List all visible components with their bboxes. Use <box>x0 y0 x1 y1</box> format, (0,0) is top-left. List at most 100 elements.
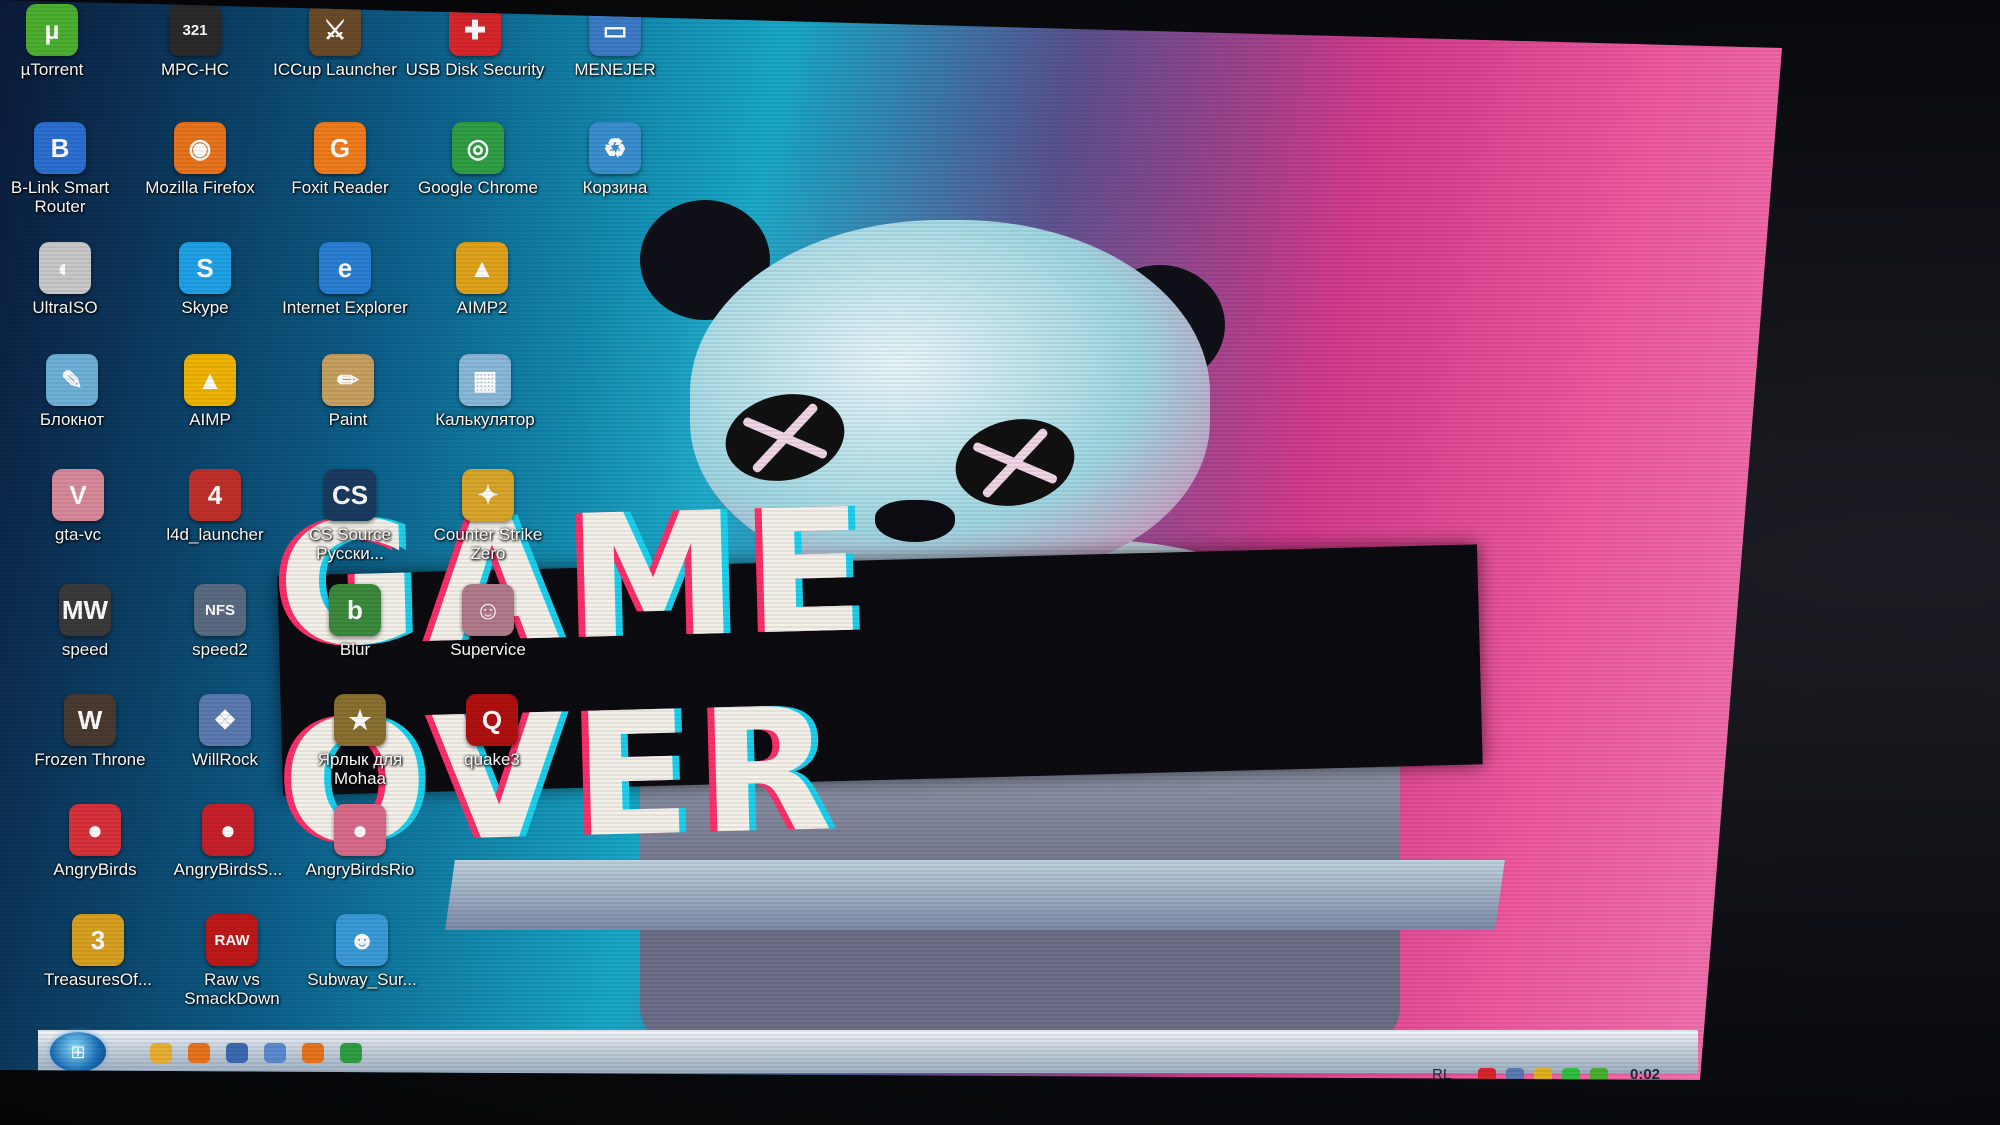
firefox-icon[interactable] <box>302 1043 324 1063</box>
desktop-icon-label: MENEJER <box>574 60 656 79</box>
iccup-icon: ⚔ <box>309 4 361 56</box>
desktop-icon-label: Paint <box>328 410 368 429</box>
nfs-icon: NFS <box>194 584 246 636</box>
desktop-icon-label: AngryBirdsRio <box>305 860 415 879</box>
aimp2-icon: ▲ <box>456 242 508 294</box>
start-button[interactable]: ⊞ <box>50 1032 106 1072</box>
desktop-icon[interactable]: 321 MPC-HC <box>125 4 265 79</box>
desktop-icon[interactable]: ◐ UltraISO <box>0 242 135 317</box>
nfs-mw-icon: MW <box>59 584 111 636</box>
subway-surfers-icon: ☻ <box>336 914 388 966</box>
desktop-icon[interactable]: NFS speed2 <box>150 584 290 659</box>
desktop-icon[interactable]: G Foxit Reader <box>270 122 410 197</box>
explorer-folder-icon[interactable] <box>150 1043 172 1063</box>
gta-icon: V <box>52 469 104 521</box>
taskbar <box>38 1030 1698 1073</box>
desktop-icon-label: TreasuresOf... <box>43 970 152 989</box>
treasures-icon: 3 <box>72 914 124 966</box>
desktop-icon-label: B-Link Smart Router <box>10 178 110 216</box>
cs-zero-icon: ✦ <box>462 469 514 521</box>
aimp-icon: ▲ <box>184 354 236 406</box>
desktop-icon-label: USB Disk Security <box>405 60 545 79</box>
desktop-icon-label: Калькулятор <box>435 410 535 429</box>
wallpaper-panda-ear <box>640 200 770 320</box>
desktop-icon-label: Subway_Sur... <box>307 970 417 989</box>
css-icon: CS <box>324 469 376 521</box>
desktop-icon[interactable]: 3 TreasuresOf... <box>28 914 168 989</box>
skype-icon: S <box>179 242 231 294</box>
firefox-icon[interactable] <box>188 1043 210 1063</box>
desktop-icon-label: gta-vc <box>54 525 102 544</box>
willrock-icon: ❖ <box>199 694 251 746</box>
desktop-icon[interactable]: ✎ Блокнот <box>2 354 142 429</box>
wallpaper-panda-eye <box>947 408 1083 517</box>
paint-icon: ✏ <box>322 354 374 406</box>
desktop-icon-label: µTorrent <box>20 60 84 79</box>
desktop-icon[interactable]: ♻ Корзина <box>545 122 685 197</box>
desktop-icon[interactable]: ◎ Google Chrome <box>408 122 548 197</box>
wallpaper-bench <box>445 860 1505 930</box>
warcraft-icon: W <box>64 694 116 746</box>
desktop-icon-label: Google Chrome <box>417 178 538 197</box>
desktop-icon[interactable]: ☻ Subway_Sur... <box>292 914 432 989</box>
recycle-bin-icon: ♻ <box>589 122 641 174</box>
desktop-icon-label: Internet Explorer <box>282 298 408 317</box>
desktop-icon[interactable]: ● AngryBirdsS... <box>158 804 298 879</box>
desktop-icon[interactable]: ★ Ярлык для Mohaa <box>290 694 430 788</box>
desktop[interactable]: GAME OVER µ µTorrent 321 MPC-HC ⚔ ICCup Launc… <box>0 0 1782 1080</box>
desktop-icon-label: Raw vs SmackDown <box>184 970 280 1008</box>
angrybirds-space-icon: ● <box>202 804 254 856</box>
desktop-icon-label: AIMP <box>189 410 231 429</box>
wallpaper-panda-body <box>640 540 1400 1060</box>
desktop-icon[interactable]: S Skype <box>135 242 275 317</box>
desktop-icon[interactable]: ☺ Supervice <box>418 584 558 659</box>
wallpaper-panda-head <box>690 220 1210 580</box>
desktop-icon[interactable]: CS CS Source Русски... <box>280 469 420 563</box>
desktop-icon[interactable]: RAW Raw vs SmackDown <box>162 914 302 1008</box>
desktop-icon-label: Mozilla Firefox <box>145 178 255 197</box>
supervice-icon: ☺ <box>462 584 514 636</box>
desktop-icon[interactable]: ❖ WillRock <box>155 694 295 769</box>
disc-icon: ◐ <box>39 242 91 294</box>
calculator-icon: ▦ <box>459 354 511 406</box>
windows-logo-icon: ⊞ <box>70 1041 86 1062</box>
desktop-icon[interactable]: e Internet Explorer <box>275 242 415 317</box>
desktop-icon[interactable]: MW speed <box>15 584 155 659</box>
desktop-icon[interactable]: W Frozen Throne <box>20 694 160 769</box>
desktop-icon[interactable]: ✚ USB Disk Security <box>405 4 545 79</box>
desktop-icon-label: ICCup Launcher <box>273 60 397 79</box>
angrybirds-rio-icon: ● <box>334 804 386 856</box>
desktop-icon-label: Ярлык для Mohaa <box>317 750 403 788</box>
desktop-icon-label: UltraISO <box>32 298 98 317</box>
desktop-icon[interactable]: ▲ AIMP2 <box>412 242 552 317</box>
save-icon[interactable] <box>226 1043 248 1063</box>
wallpaper-panda-eye <box>717 383 853 492</box>
desktop-icon[interactable]: ✦ Counter Strike Zero <box>418 469 558 563</box>
desktop-icon[interactable]: Vgta-vc <box>8 469 148 544</box>
ie-icon: e <box>319 242 371 294</box>
desktop-icon[interactable]: ▲ AIMP <box>140 354 280 429</box>
foxit-icon: G <box>314 122 366 174</box>
l4d-icon: 4 <box>189 469 241 521</box>
desktop-icon-label: AngryBirds <box>53 860 137 879</box>
desktop-icon[interactable]: Qquake3 <box>422 694 562 769</box>
desktop-icon-label: CS Source Русски... <box>308 525 392 563</box>
show-desktop-icon[interactable] <box>264 1043 286 1063</box>
desktop-icon[interactable]: ▦ Калькулятор <box>415 354 555 429</box>
desktop-icon[interactable]: ✏ Paint <box>278 354 418 429</box>
mpc-hc-icon: 321 <box>169 4 221 56</box>
desktop-icon[interactable]: 4 l4d_launcher <box>145 469 285 544</box>
wallpaper-sign: GAME OVER <box>275 472 1483 884</box>
desktop-icon[interactable]: ◉ Mozilla Firefox <box>130 122 270 197</box>
chrome-icon[interactable] <box>340 1043 362 1063</box>
desktop-icon-label: WillRock <box>191 750 259 769</box>
notepad-icon: ✎ <box>46 354 98 406</box>
desktop-icon-label: l4d_launcher <box>166 525 264 544</box>
desktop-icon[interactable]: µ µTorrent <box>0 4 122 79</box>
chrome-icon: ◎ <box>452 122 504 174</box>
desktop-icon[interactable]: b Blur <box>285 584 425 659</box>
desktop-icon[interactable]: ● AngryBirds <box>25 804 165 879</box>
desktop-icon[interactable]: ● AngryBirdsRio <box>290 804 430 879</box>
desktop-icon[interactable]: ⚔ ICCup Launcher <box>265 4 405 79</box>
desktop-icon[interactable]: B B-Link Smart Router <box>0 122 130 216</box>
